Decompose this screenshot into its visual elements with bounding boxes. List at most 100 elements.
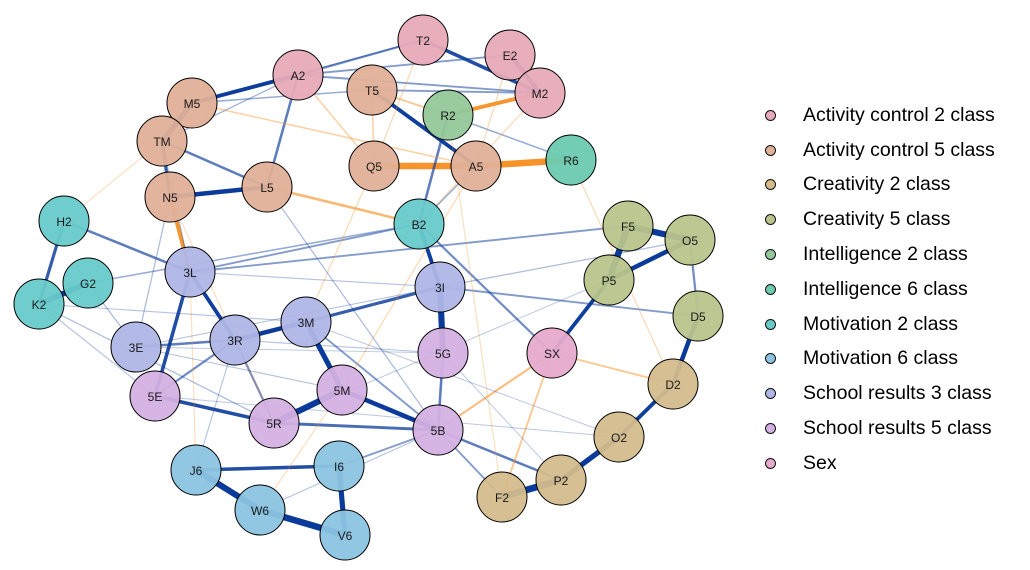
node-A5[interactable]: A5 bbox=[450, 140, 502, 192]
node-label: K2 bbox=[32, 298, 47, 312]
legend: Activity control 2 class Activity control… bbox=[765, 98, 995, 481]
node-label: B2 bbox=[412, 218, 427, 232]
node-W6[interactable]: W6 bbox=[234, 484, 286, 536]
node-D5[interactable]: D5 bbox=[672, 290, 724, 342]
legend-label: Intelligence 6 class bbox=[803, 277, 968, 300]
node-T5[interactable]: T5 bbox=[346, 64, 398, 116]
legend-dot-icon bbox=[765, 423, 776, 435]
node-D2[interactable]: D2 bbox=[647, 358, 699, 410]
legend-dot-icon bbox=[765, 179, 776, 191]
node-G2[interactable]: G2 bbox=[62, 257, 114, 309]
node-label: O5 bbox=[682, 234, 698, 248]
node-label: 3M bbox=[298, 316, 315, 330]
legend-item-ac2: Activity control 2 class bbox=[765, 98, 995, 133]
edge-Q5-3M bbox=[305, 165, 375, 323]
node-label: 3E bbox=[129, 341, 144, 355]
node-label: 5M bbox=[334, 384, 351, 398]
node-label: 5R bbox=[266, 417, 282, 431]
legend-label: School results 3 class bbox=[803, 382, 992, 405]
legend-label: Motivation 2 class bbox=[803, 312, 958, 335]
node-label: 3I bbox=[435, 281, 445, 295]
node-label: R2 bbox=[440, 109, 456, 123]
node-5R[interactable]: 5R bbox=[248, 397, 300, 449]
legend-dot-icon bbox=[765, 388, 776, 400]
node-label: 5G bbox=[435, 347, 451, 361]
node-label: F5 bbox=[621, 220, 635, 234]
node-label: 5E bbox=[148, 390, 163, 404]
legend-label: Motivation 6 class bbox=[803, 347, 958, 370]
node-P5[interactable]: P5 bbox=[583, 254, 635, 306]
node-H2[interactable]: H2 bbox=[38, 195, 90, 247]
node-P2[interactable]: P2 bbox=[535, 454, 587, 506]
edge-O5-3I bbox=[439, 239, 691, 288]
legend-dot-icon bbox=[765, 283, 776, 295]
legend-label: Intelligence 2 class bbox=[803, 243, 968, 266]
legend-dot-icon bbox=[765, 249, 776, 261]
legend-label: School results 5 class bbox=[803, 417, 992, 440]
edge-N5-5R bbox=[169, 196, 275, 424]
node-T2[interactable]: T2 bbox=[397, 14, 449, 66]
node-label: P5 bbox=[602, 274, 617, 288]
node-label: TM bbox=[153, 135, 170, 149]
node-label: M5 bbox=[184, 97, 201, 111]
nodes-layer: T2 E2 A2 M2 T5 M5 TM Q5 A5 N5 L5 R2 R6 H2 G2 K2 B2 F5 O5 P5… bbox=[13, 14, 724, 561]
node-label: 3L bbox=[183, 266, 197, 280]
legend-item-cr5: Creativity 5 class bbox=[765, 202, 995, 237]
legend-dot-icon bbox=[765, 144, 776, 156]
node-label: A2 bbox=[291, 69, 306, 83]
node-B2[interactable]: B2 bbox=[393, 198, 445, 250]
node-K2[interactable]: K2 bbox=[13, 278, 65, 330]
node-A2[interactable]: A2 bbox=[272, 49, 324, 101]
node-N5[interactable]: N5 bbox=[144, 171, 196, 223]
node-label: T5 bbox=[365, 84, 379, 98]
node-label: Q5 bbox=[366, 160, 382, 174]
legend-item-mo2: Motivation 2 class bbox=[765, 307, 995, 342]
legend-item-in2: Intelligence 2 class bbox=[765, 237, 995, 272]
node-label: D5 bbox=[690, 310, 706, 324]
node-label: SX bbox=[544, 347, 560, 361]
node-label: 5B bbox=[431, 424, 446, 438]
node-5M[interactable]: 5M bbox=[316, 364, 368, 416]
node-SX[interactable]: SX bbox=[526, 327, 578, 379]
node-O2[interactable]: O2 bbox=[593, 411, 645, 463]
legend-dot-icon bbox=[765, 109, 776, 121]
node-label: T2 bbox=[416, 34, 430, 48]
node-3R[interactable]: 3R bbox=[209, 314, 261, 366]
node-V6[interactable]: V6 bbox=[319, 509, 371, 561]
node-3L[interactable]: 3L bbox=[164, 246, 216, 298]
node-TM[interactable]: TM bbox=[136, 115, 188, 167]
node-label: L5 bbox=[260, 181, 274, 195]
node-label: R6 bbox=[563, 154, 579, 168]
legend-item-sex: Sex bbox=[765, 446, 995, 481]
node-Q5[interactable]: Q5 bbox=[348, 140, 400, 192]
node-R2[interactable]: R2 bbox=[422, 89, 474, 141]
node-5E[interactable]: 5E bbox=[129, 370, 181, 422]
node-F2[interactable]: F2 bbox=[476, 471, 528, 523]
node-label: P2 bbox=[554, 474, 569, 488]
node-label: A5 bbox=[469, 160, 484, 174]
node-M2[interactable]: M2 bbox=[514, 67, 566, 119]
edge-3L-3I bbox=[189, 271, 441, 288]
legend-label: Activity control 2 class bbox=[803, 103, 995, 126]
node-J6[interactable]: J6 bbox=[170, 444, 222, 496]
node-5G[interactable]: 5G bbox=[417, 327, 469, 379]
node-F5[interactable]: F5 bbox=[602, 200, 654, 252]
edge-3I-D5 bbox=[439, 286, 699, 317]
node-label: N5 bbox=[162, 191, 178, 205]
node-I6[interactable]: I6 bbox=[313, 440, 365, 492]
legend-item-sr3: School results 3 class bbox=[765, 376, 995, 411]
node-5B[interactable]: 5B bbox=[412, 404, 464, 456]
node-3E[interactable]: 3E bbox=[110, 321, 162, 373]
node-L5[interactable]: L5 bbox=[241, 161, 293, 213]
node-R6[interactable]: R6 bbox=[545, 134, 597, 186]
legend-item-mo6: Motivation 6 class bbox=[765, 342, 995, 377]
node-3M[interactable]: 3M bbox=[280, 296, 332, 348]
edge-3L-B2 bbox=[189, 223, 420, 273]
legend-dot-icon bbox=[765, 214, 776, 226]
node-O5[interactable]: O5 bbox=[664, 214, 716, 266]
node-3I[interactable]: 3I bbox=[414, 261, 466, 313]
legend-item-sr5: School results 5 class bbox=[765, 411, 995, 446]
node-label: M2 bbox=[532, 87, 549, 101]
legend-label: Creativity 2 class bbox=[803, 173, 951, 196]
legend-dot-icon bbox=[765, 457, 776, 469]
